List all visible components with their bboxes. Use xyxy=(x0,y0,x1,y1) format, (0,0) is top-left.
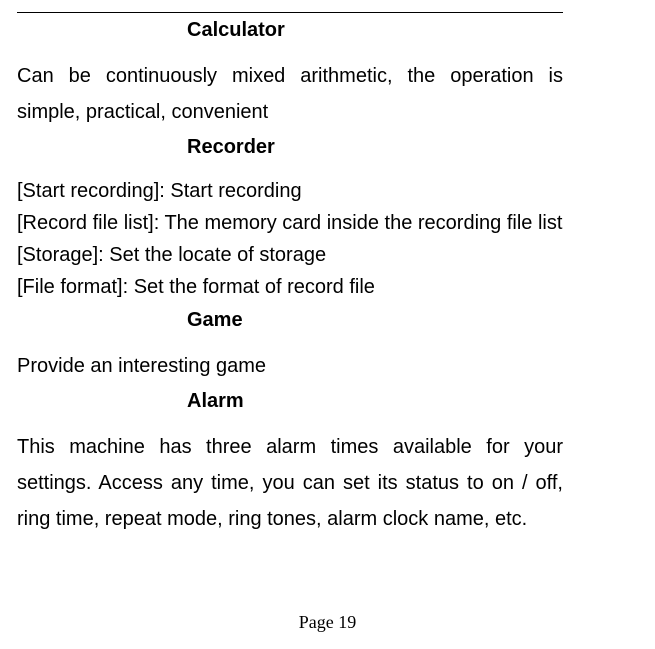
body-game: Provide an interesting game xyxy=(17,348,563,384)
document-page: Calculator Can be continuously mixed ari… xyxy=(0,0,655,649)
heading-game: Game xyxy=(17,309,563,332)
recorder-line-1: [Start recording]: Start recording xyxy=(17,175,563,207)
body-alarm: This machine has three alarm times avail… xyxy=(17,429,563,537)
body-calculator: Can be continuously mixed arithmetic, th… xyxy=(17,58,563,130)
recorder-line-3: [Storage]: Set the locate of storage xyxy=(17,239,563,271)
recorder-line-2: [Record file list]: The memory card insi… xyxy=(17,207,563,239)
recorder-line-4: [File format]: Set the format of record … xyxy=(17,271,563,303)
top-rule xyxy=(17,12,563,13)
content-area: Calculator Can be continuously mixed ari… xyxy=(17,12,563,543)
heading-calculator: Calculator xyxy=(17,19,563,42)
heading-recorder: Recorder xyxy=(17,136,563,159)
heading-alarm: Alarm xyxy=(17,390,563,413)
page-number: Page 19 xyxy=(0,612,655,633)
